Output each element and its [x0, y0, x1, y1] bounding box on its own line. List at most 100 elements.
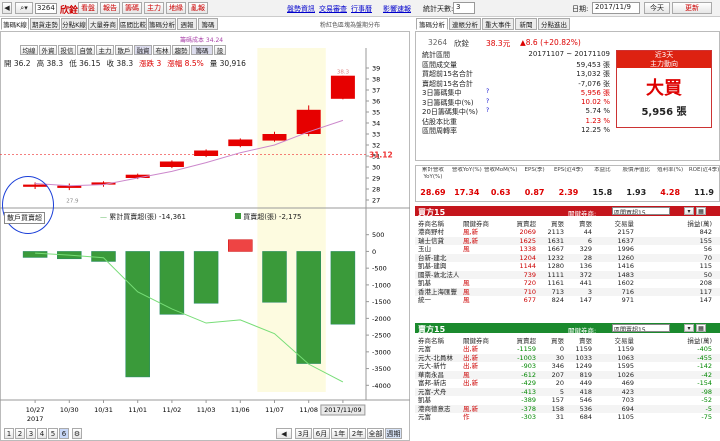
broker-name[interactable]: 凱基: [418, 279, 464, 288]
broker-name[interactable]: 華南永昌: [418, 371, 464, 380]
table-cell: -75: [701, 413, 712, 421]
broker-name[interactable]: 元富: [418, 345, 464, 354]
circle-annotation: [2, 176, 54, 234]
range-button[interactable]: 3月: [295, 428, 312, 439]
metric-header: 股價淨值比: [622, 167, 651, 173]
range-button[interactable]: 2年: [349, 428, 366, 439]
dropdown-icon[interactable]: ▾: [684, 324, 694, 332]
dropdown-icon[interactable]: ▾: [684, 207, 694, 215]
settings-icon[interactable]: ⚙: [72, 428, 82, 439]
info-row-value: 5.74 %: [585, 107, 610, 115]
indicator-tab[interactable]: 外資: [39, 45, 57, 55]
sell-sort-select[interactable]: 區間賣超15: [612, 324, 670, 332]
tab-left[interactable]: 週報: [177, 18, 197, 30]
table-cell: 70: [703, 253, 712, 262]
metric-value: 15.8: [592, 188, 613, 197]
broker-name[interactable]: 瑞士信貸: [418, 237, 464, 246]
tab-left[interactable]: 籌碼分析: [148, 18, 176, 30]
broker-name[interactable]: 香港上海匯豐: [418, 288, 464, 297]
page-button[interactable]: 5: [48, 428, 58, 439]
page-button[interactable]: 4: [37, 428, 47, 439]
broker-name[interactable]: 元大-新竹: [418, 362, 464, 371]
toolbar-link[interactable]: 交易審查: [319, 4, 347, 14]
scroll-left-button[interactable]: ◀: [276, 428, 292, 439]
net-bar: [262, 251, 287, 303]
help-icon[interactable]: ?: [486, 98, 489, 105]
broker-name[interactable]: 元富: [418, 413, 464, 422]
table-cell: 1063: [617, 353, 634, 362]
broker-name[interactable]: 凱基: [418, 396, 464, 405]
toolbar-link[interactable]: 盤勢資訊: [287, 4, 315, 14]
broker-name[interactable]: 凱基-建興: [418, 262, 464, 271]
tab-left[interactable]: 籌碼K線: [1, 18, 29, 30]
broker-name[interactable]: 玉山: [418, 245, 464, 254]
indicator-tab[interactable]: 籌碼: [191, 45, 213, 55]
broker-name[interactable]: 元大-北員林: [418, 354, 464, 363]
toolbar-button[interactable]: 報告: [100, 2, 120, 14]
page-button[interactable]: 1: [4, 428, 14, 439]
indicator-tab[interactable]: 散戶: [115, 45, 133, 55]
date-field[interactable]: 2017/11/9: [592, 2, 640, 14]
page-button[interactable]: 6: [59, 428, 69, 439]
tab-left[interactable]: 籌碼: [198, 18, 218, 30]
range-button[interactable]: 1年: [331, 428, 348, 439]
tab-info[interactable]: 重大事件: [482, 18, 514, 30]
today-button[interactable]: 今天: [644, 2, 670, 14]
table-cell: 1667: [547, 245, 564, 253]
info-row-value: -7,076 张: [578, 79, 610, 88]
toolbar-link[interactable]: 影響速報: [383, 4, 411, 14]
x-tick-label: 11/01: [128, 406, 147, 414]
refresh-button[interactable]: 更新: [672, 2, 712, 14]
broker-name[interactable]: 元富-犬舟: [418, 388, 464, 397]
indicator-tab[interactable]: 均線: [20, 45, 38, 55]
toolbar-link[interactable]: 行事曆: [351, 4, 372, 14]
indicator-tab[interactable]: 自營: [77, 45, 95, 55]
indicator-tab[interactable]: 設: [214, 45, 226, 55]
y-tick-label: 32: [372, 142, 380, 150]
tab-left[interactable]: 分點K線: [61, 18, 87, 30]
toolbar-button[interactable]: 亂報: [188, 2, 208, 14]
broker-name[interactable]: 富邦-新店: [418, 379, 464, 388]
toolbar-button[interactable]: 主力: [144, 2, 164, 14]
page-button[interactable]: 3: [26, 428, 36, 439]
tab-left[interactable]: 區間比較: [119, 18, 147, 30]
broker-name[interactable]: 台新-建北: [418, 254, 464, 263]
grid-icon[interactable]: ▦: [696, 324, 706, 332]
tab-info[interactable]: 分點進出: [538, 18, 570, 30]
tab-info[interactable]: 新聞: [515, 18, 537, 30]
tab-info[interactable]: 籌碼分析: [416, 18, 448, 30]
tab-left[interactable]: 大量券商: [88, 18, 118, 30]
table-cell: 0: [559, 345, 564, 353]
toolbar-button[interactable]: 看盤: [78, 2, 98, 14]
indicator-tab[interactable]: 融資: [134, 45, 152, 55]
indicator-tab[interactable]: 布林: [153, 45, 171, 55]
table-cell: 710: [523, 287, 536, 296]
help-icon[interactable]: ?: [486, 88, 489, 95]
help-icon[interactable]: ?: [486, 107, 489, 114]
table-cell: -612: [521, 370, 536, 379]
days-select[interactable]: 3: [453, 2, 475, 14]
cumulative-label: 累計買賣超(張) -14,361: [109, 213, 186, 221]
tab-left[interactable]: 期貨走勢: [30, 18, 60, 30]
range-button[interactable]: 6月: [313, 428, 330, 439]
page-button[interactable]: 2: [15, 428, 25, 439]
indicator-tab[interactable]: 趨勢: [172, 45, 190, 55]
metric-header: 累計營收YoY(%): [421, 167, 444, 180]
indicator-tab[interactable]: 主力: [96, 45, 114, 55]
broker-name[interactable]: 港商德意志: [418, 405, 464, 414]
table-cell: 713: [551, 287, 564, 296]
info-row-value: 13,032 張: [576, 70, 610, 78]
table-cell: -413: [521, 387, 536, 396]
broker-name[interactable]: 統一: [418, 296, 464, 305]
grid-icon[interactable]: ▦: [696, 207, 706, 215]
buy-sort-select[interactable]: 區間買超15: [612, 207, 670, 215]
toolbar-button[interactable]: 籌碼: [122, 2, 142, 14]
broker-name[interactable]: 國票-敦北法人: [418, 271, 464, 280]
broker-name[interactable]: 港商野村: [418, 228, 464, 237]
range-button[interactable]: 全部: [367, 428, 384, 439]
tab-info[interactable]: 連帳分析: [449, 18, 481, 30]
indicator-tab[interactable]: 投信: [58, 45, 76, 55]
metric-value: 0.63: [490, 188, 511, 197]
range-button[interactable]: 週期: [385, 428, 402, 439]
toolbar-button[interactable]: 地緣: [166, 2, 186, 14]
